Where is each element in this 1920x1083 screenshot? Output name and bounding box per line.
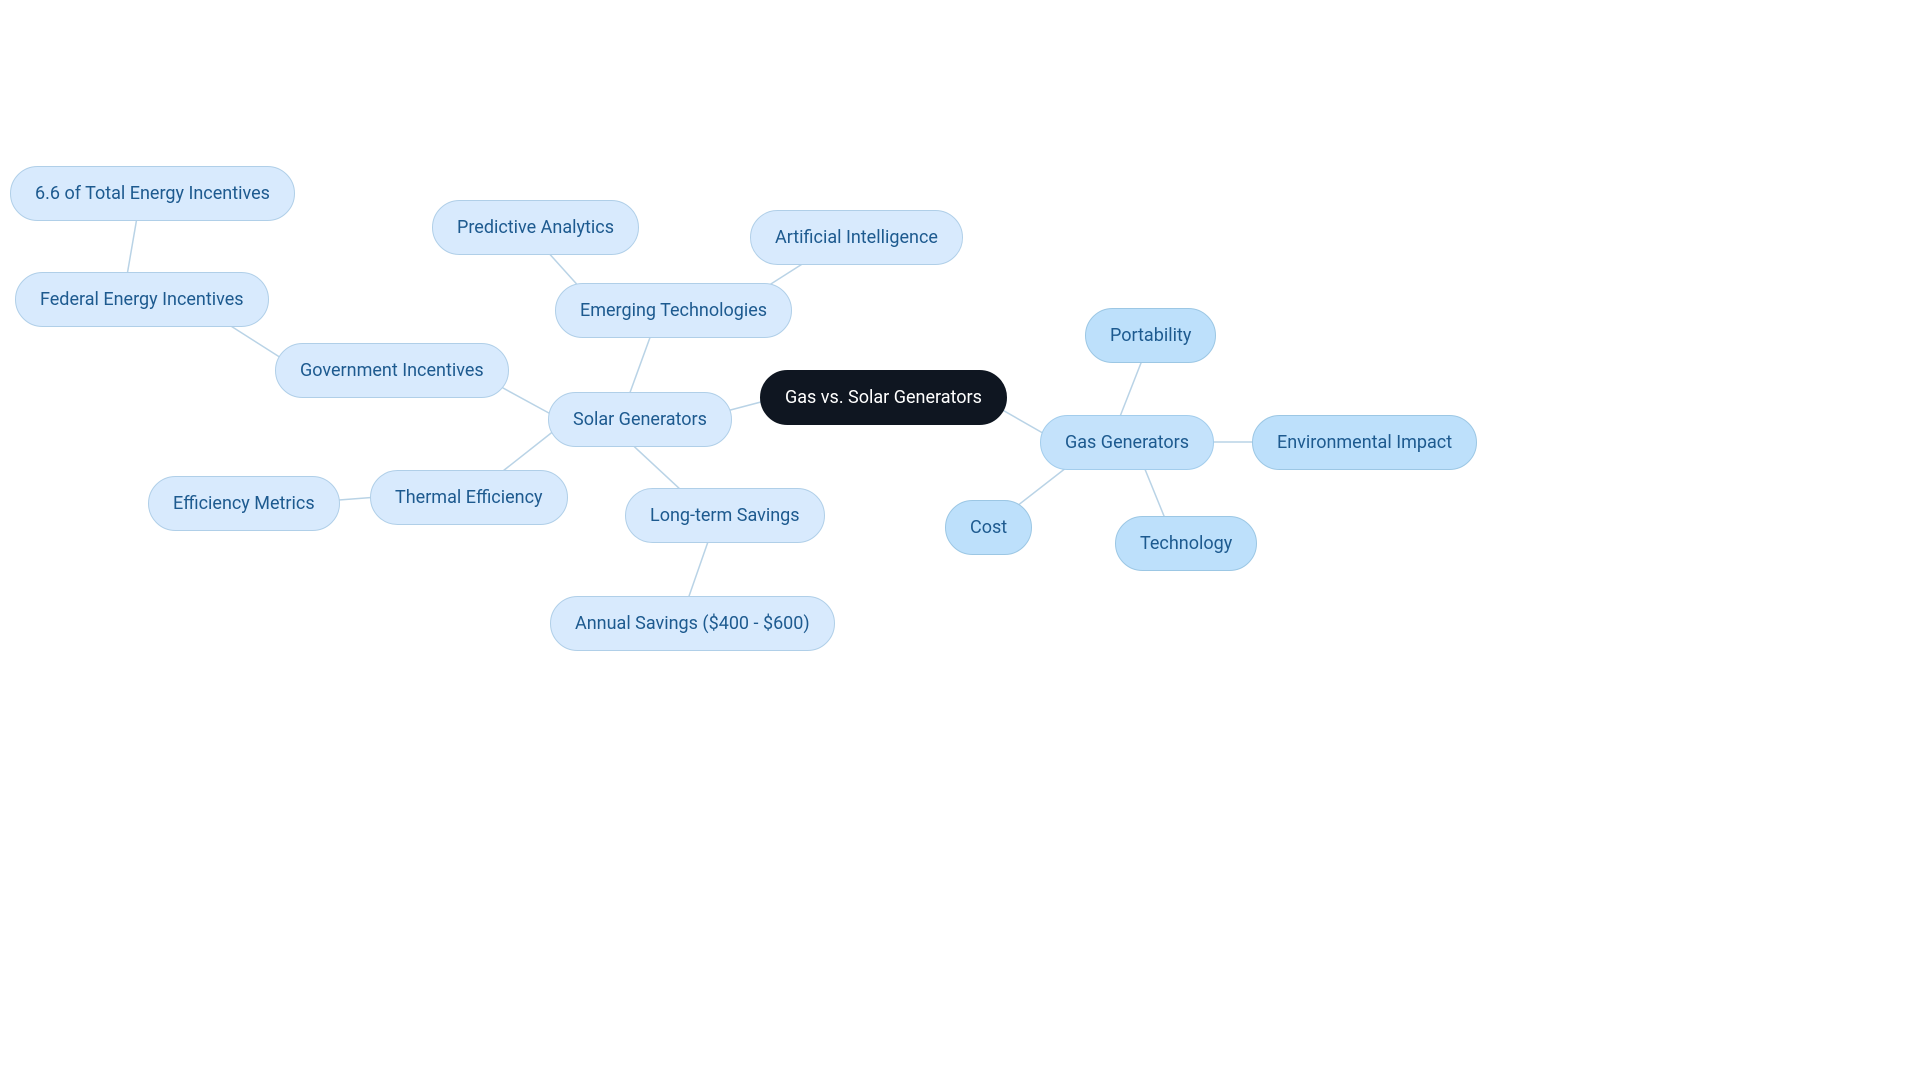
ai-node[interactable]: Artificial Intelligence <box>750 210 963 265</box>
federal-label: Federal Energy Incentives <box>40 289 244 310</box>
gas-env-label: Environmental Impact <box>1277 432 1452 453</box>
gas-cost-label: Cost <box>970 517 1007 538</box>
solar-label: Solar Generators <box>573 409 707 430</box>
predictive-label: Predictive Analytics <box>457 217 614 238</box>
root-node[interactable]: Gas vs. Solar Generators <box>760 370 1007 425</box>
emerging-label: Emerging Technologies <box>580 300 767 321</box>
annual-label: Annual Savings ($400 - $600) <box>575 613 810 634</box>
predictive-node[interactable]: Predictive Analytics <box>432 200 639 255</box>
gas-tech-label: Technology <box>1140 533 1232 554</box>
gas-generators-node[interactable]: Gas Generators <box>1040 415 1214 470</box>
gas-env-node[interactable]: Environmental Impact <box>1252 415 1477 470</box>
ai-label: Artificial Intelligence <box>775 227 938 248</box>
federal-incentives-node[interactable]: Federal Energy Incentives <box>15 272 269 327</box>
mindmap-diagram: Gas vs. Solar Generators Gas Generators … <box>0 0 1920 1083</box>
thermal-label: Thermal Efficiency <box>395 487 543 508</box>
metrics-label: Efficiency Metrics <box>173 493 315 514</box>
gas-tech-node[interactable]: Technology <box>1115 516 1257 571</box>
gas-cost-node[interactable]: Cost <box>945 500 1032 555</box>
emerging-tech-node[interactable]: Emerging Technologies <box>555 283 792 338</box>
solar-generators-node[interactable]: Solar Generators <box>548 392 732 447</box>
efficiency-metrics-node[interactable]: Efficiency Metrics <box>148 476 340 531</box>
share-label: 6.6 of Total Energy Incentives <box>35 183 270 204</box>
longterm-savings-node[interactable]: Long-term Savings <box>625 488 825 543</box>
annual-savings-node[interactable]: Annual Savings ($400 - $600) <box>550 596 835 651</box>
gas-portability-node[interactable]: Portability <box>1085 308 1216 363</box>
longterm-label: Long-term Savings <box>650 505 800 526</box>
gas-portability-label: Portability <box>1110 325 1191 346</box>
thermal-efficiency-node[interactable]: Thermal Efficiency <box>370 470 568 525</box>
gov-label: Government Incentives <box>300 360 484 381</box>
root-label: Gas vs. Solar Generators <box>785 387 982 408</box>
total-incentives-node[interactable]: 6.6 of Total Energy Incentives <box>10 166 295 221</box>
gas-label: Gas Generators <box>1065 432 1189 453</box>
gov-incentives-node[interactable]: Government Incentives <box>275 343 509 398</box>
